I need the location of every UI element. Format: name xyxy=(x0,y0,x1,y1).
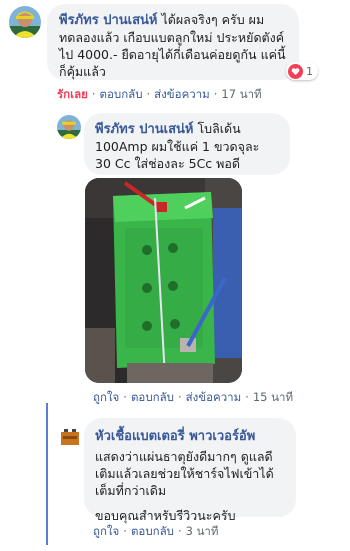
like-button[interactable]: ถูกใจ xyxy=(93,390,119,404)
comment-author[interactable]: พีรภัทร ปานเสน่ห์ xyxy=(95,122,193,137)
reply-button[interactable]: ตอบกลับ xyxy=(100,87,143,101)
timestamp[interactable]: 15 นาที xyxy=(253,390,293,404)
reply-button[interactable]: ตอบกลับ xyxy=(131,390,174,404)
timestamp[interactable]: 3 นาที xyxy=(186,524,219,538)
comment-bubble: พีรภัทร ปานเสน่ห์ ได้ผลจริงๆ ครับ ผมทดลอ… xyxy=(47,4,299,80)
comment-actions: ถูกใจ · ตอบกลับ · 3 นาที xyxy=(93,524,219,538)
love-button[interactable]: รักเลย xyxy=(57,87,88,101)
comment-text: พีรภัทร ปานเสน่ห์ ได้ผลจริงๆ ครับ ผมทดลอ… xyxy=(59,12,286,79)
comment-actions: ถูกใจ · ตอบกลับ · ส่งข้อความ · 15 นาที xyxy=(93,390,294,404)
page-avatar[interactable] xyxy=(59,426,81,448)
reaction-count: 1 xyxy=(306,64,313,78)
heart-icon xyxy=(288,63,303,79)
comment-bubble: หัวเชื้อแบตเตอรี่ พาวเวอร์อัพ แสดงว่าแผ่… xyxy=(84,418,296,523)
reply-highlight-bar xyxy=(46,403,48,545)
message-button[interactable]: ส่งข้อความ xyxy=(186,390,242,404)
comment-photo[interactable] xyxy=(85,178,242,383)
comment-author[interactable]: หัวเชื้อแบตเตอรี่ พาวเวอร์อัพ xyxy=(95,425,285,446)
reaction-summary[interactable]: 1 xyxy=(286,62,318,80)
comment-text-line: ขอบคุณสำหรับรีวิวนะครับ xyxy=(95,508,236,523)
comment-text: แสดงว่าแผ่นธาตุยังดีมากๆ ดูแลดีเติมแล้วเ… xyxy=(95,449,274,498)
message-button[interactable]: ส่งข้อความ xyxy=(154,87,210,101)
user-avatar[interactable] xyxy=(57,115,81,139)
user-avatar[interactable] xyxy=(9,6,41,38)
comment-actions: รักเลย · ตอบกลับ · ส่งข้อความ · 17 นาที xyxy=(57,87,262,101)
comment-bubble: พีรภัทร ปานเสน่ห์ โบลิเด้น 100Amp ผมใช้แ… xyxy=(84,113,290,175)
like-button[interactable]: ถูกใจ xyxy=(93,524,119,538)
comment-author[interactable]: พีรภัทร ปานเสน่ห์ xyxy=(59,13,157,28)
timestamp[interactable]: 17 นาที xyxy=(221,87,261,101)
reply-button[interactable]: ตอบกลับ xyxy=(131,524,174,538)
comment-text: พีรภัทร ปานเสน่ห์ โบลิเด้น 100Amp ผมใช้แ… xyxy=(95,121,260,171)
